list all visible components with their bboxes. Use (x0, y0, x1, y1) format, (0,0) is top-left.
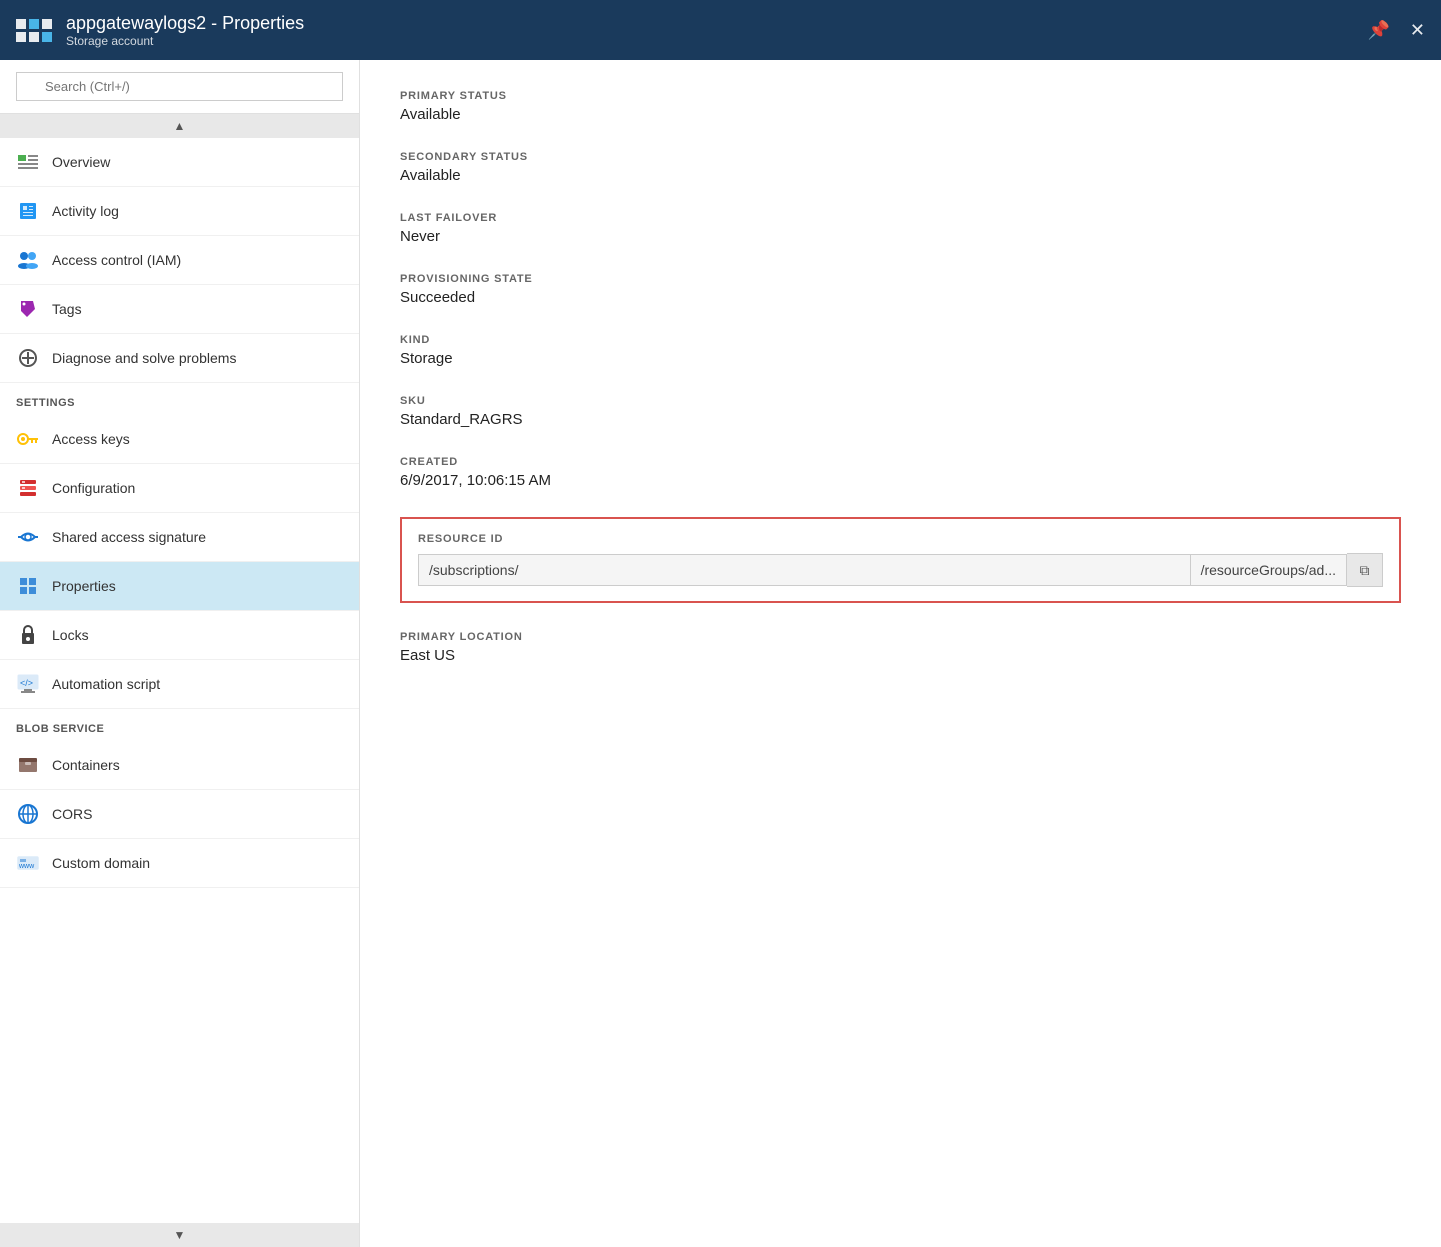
sidebar-item-locks[interactable]: Locks (0, 611, 359, 660)
copy-icon: ⧉ (1360, 562, 1370, 579)
kind-group: KIND Storage (400, 334, 1401, 367)
sidebar-item-overview[interactable]: Overview (0, 138, 359, 187)
sidebar-scroll: Overview Activity log (0, 138, 359, 1223)
sidebar-item-iam-label: Access control (IAM) (52, 252, 181, 268)
provisioning-label: PROVISIONING STATE (400, 273, 1401, 285)
sidebar-item-custom-domain-label: Custom domain (52, 855, 150, 871)
primary-status-value: Available (400, 106, 1401, 123)
sidebar-item-tags[interactable]: Tags (0, 285, 359, 334)
sidebar-item-shared-access[interactable]: Shared access signature (0, 513, 359, 562)
resource-id-copy-button[interactable]: ⧉ (1347, 553, 1383, 587)
sku-value: Standard_RAGRS (400, 411, 1401, 428)
activity-log-icon (16, 199, 40, 223)
locks-icon (16, 623, 40, 647)
sidebar-item-configuration-label: Configuration (52, 480, 135, 496)
resource-id-box: RESOURCE ID /resourceGroups/ad... ⧉ (400, 517, 1401, 603)
sidebar-item-tags-label: Tags (52, 301, 82, 317)
secondary-status-group: SECONDARY STATUS Available (400, 151, 1401, 184)
secondary-status-label: SECONDARY STATUS (400, 151, 1401, 163)
sku-group: SKU Standard_RAGRS (400, 395, 1401, 428)
sidebar-item-automation-label: Automation script (52, 676, 160, 692)
containers-icon (16, 753, 40, 777)
sidebar-item-diagnose-label: Diagnose and solve problems (52, 350, 236, 366)
kind-label: KIND (400, 334, 1401, 346)
tags-icon (16, 297, 40, 321)
sidebar-item-custom-domain[interactable]: www Custom domain (0, 839, 359, 888)
sidebar-item-configuration[interactable]: Configuration (0, 464, 359, 513)
shared-access-icon (16, 525, 40, 549)
resource-id-label: RESOURCE ID (418, 533, 1383, 545)
pin-button[interactable]: 📌 (1367, 20, 1389, 41)
sidebar: 🔍 ▲ Overview (0, 60, 360, 1247)
svg-text:</>: </> (20, 678, 33, 688)
secondary-status-value: Available (400, 167, 1401, 184)
svg-text:www: www (18, 863, 35, 870)
created-label: CREATED (400, 456, 1401, 468)
sidebar-item-activity-log[interactable]: Activity log (0, 187, 359, 236)
sidebar-item-diagnose[interactable]: Diagnose and solve problems (0, 334, 359, 383)
sidebar-item-activity-log-label: Activity log (52, 203, 119, 219)
kind-value: Storage (400, 350, 1401, 367)
title-bar: appgatewaylogs2 - Properties Storage acc… (0, 0, 1441, 60)
created-value: 6/9/2017, 10:06:15 AM (400, 472, 1401, 489)
search-input[interactable] (16, 72, 343, 101)
window-title: appgatewaylogs2 - Properties (66, 13, 1367, 34)
primary-location-group: PRIMARY LOCATION East US (400, 631, 1401, 664)
blob-section-header: BLOB SERVICE (0, 709, 359, 741)
sidebar-item-containers-label: Containers (52, 757, 120, 773)
created-group: CREATED 6/9/2017, 10:06:15 AM (400, 456, 1401, 489)
scroll-down-arrow[interactable]: ▼ (0, 1223, 359, 1247)
cors-icon (16, 802, 40, 826)
sidebar-item-access-keys-label: Access keys (52, 431, 130, 447)
sidebar-item-cors-label: CORS (52, 806, 92, 822)
main-layout: 🔍 ▲ Overview (0, 60, 1441, 1247)
primary-status-label: PRIMARY STATUS (400, 90, 1401, 102)
scroll-up-arrow[interactable]: ▲ (0, 114, 359, 138)
configuration-icon (16, 476, 40, 500)
custom-domain-icon: www (16, 851, 40, 875)
resource-id-suffix: /resourceGroups/ad... (1191, 554, 1347, 586)
sidebar-item-containers[interactable]: Containers (0, 741, 359, 790)
primary-location-label: PRIMARY LOCATION (400, 631, 1401, 643)
last-failover-value: Never (400, 228, 1401, 245)
last-failover-group: LAST FAILOVER Never (400, 212, 1401, 245)
diagnose-icon (16, 346, 40, 370)
sidebar-item-properties[interactable]: Properties (0, 562, 359, 611)
close-button[interactable]: ✕ (1410, 20, 1425, 41)
resource-id-input-row: /resourceGroups/ad... ⧉ (418, 553, 1383, 587)
overview-icon (16, 150, 40, 174)
window-subtitle: Storage account (66, 34, 1367, 48)
sidebar-item-automation[interactable]: </> Automation script (0, 660, 359, 709)
content-area: PRIMARY STATUS Available SECONDARY STATU… (360, 60, 1441, 1247)
sidebar-item-properties-label: Properties (52, 578, 116, 594)
sidebar-item-overview-label: Overview (52, 154, 110, 170)
title-bar-actions: 📌 ✕ (1367, 20, 1425, 41)
automation-icon: </> (16, 672, 40, 696)
access-control-icon (16, 248, 40, 272)
resource-id-input[interactable] (418, 554, 1191, 586)
sidebar-item-shared-access-label: Shared access signature (52, 529, 206, 545)
title-bar-text: appgatewaylogs2 - Properties Storage acc… (66, 13, 1367, 48)
provisioning-group: PROVISIONING STATE Succeeded (400, 273, 1401, 306)
settings-section-header: SETTINGS (0, 383, 359, 415)
sidebar-item-locks-label: Locks (52, 627, 89, 643)
sidebar-item-access-keys[interactable]: Access keys (0, 415, 359, 464)
sku-label: SKU (400, 395, 1401, 407)
search-box: 🔍 (0, 60, 359, 114)
provisioning-value: Succeeded (400, 289, 1401, 306)
primary-status-group: PRIMARY STATUS Available (400, 90, 1401, 123)
sidebar-item-access-control[interactable]: Access control (IAM) (0, 236, 359, 285)
app-logo (16, 19, 52, 42)
sidebar-item-cors[interactable]: CORS (0, 790, 359, 839)
primary-location-value: East US (400, 647, 1401, 664)
access-keys-icon (16, 427, 40, 451)
properties-icon (16, 574, 40, 598)
last-failover-label: LAST FAILOVER (400, 212, 1401, 224)
